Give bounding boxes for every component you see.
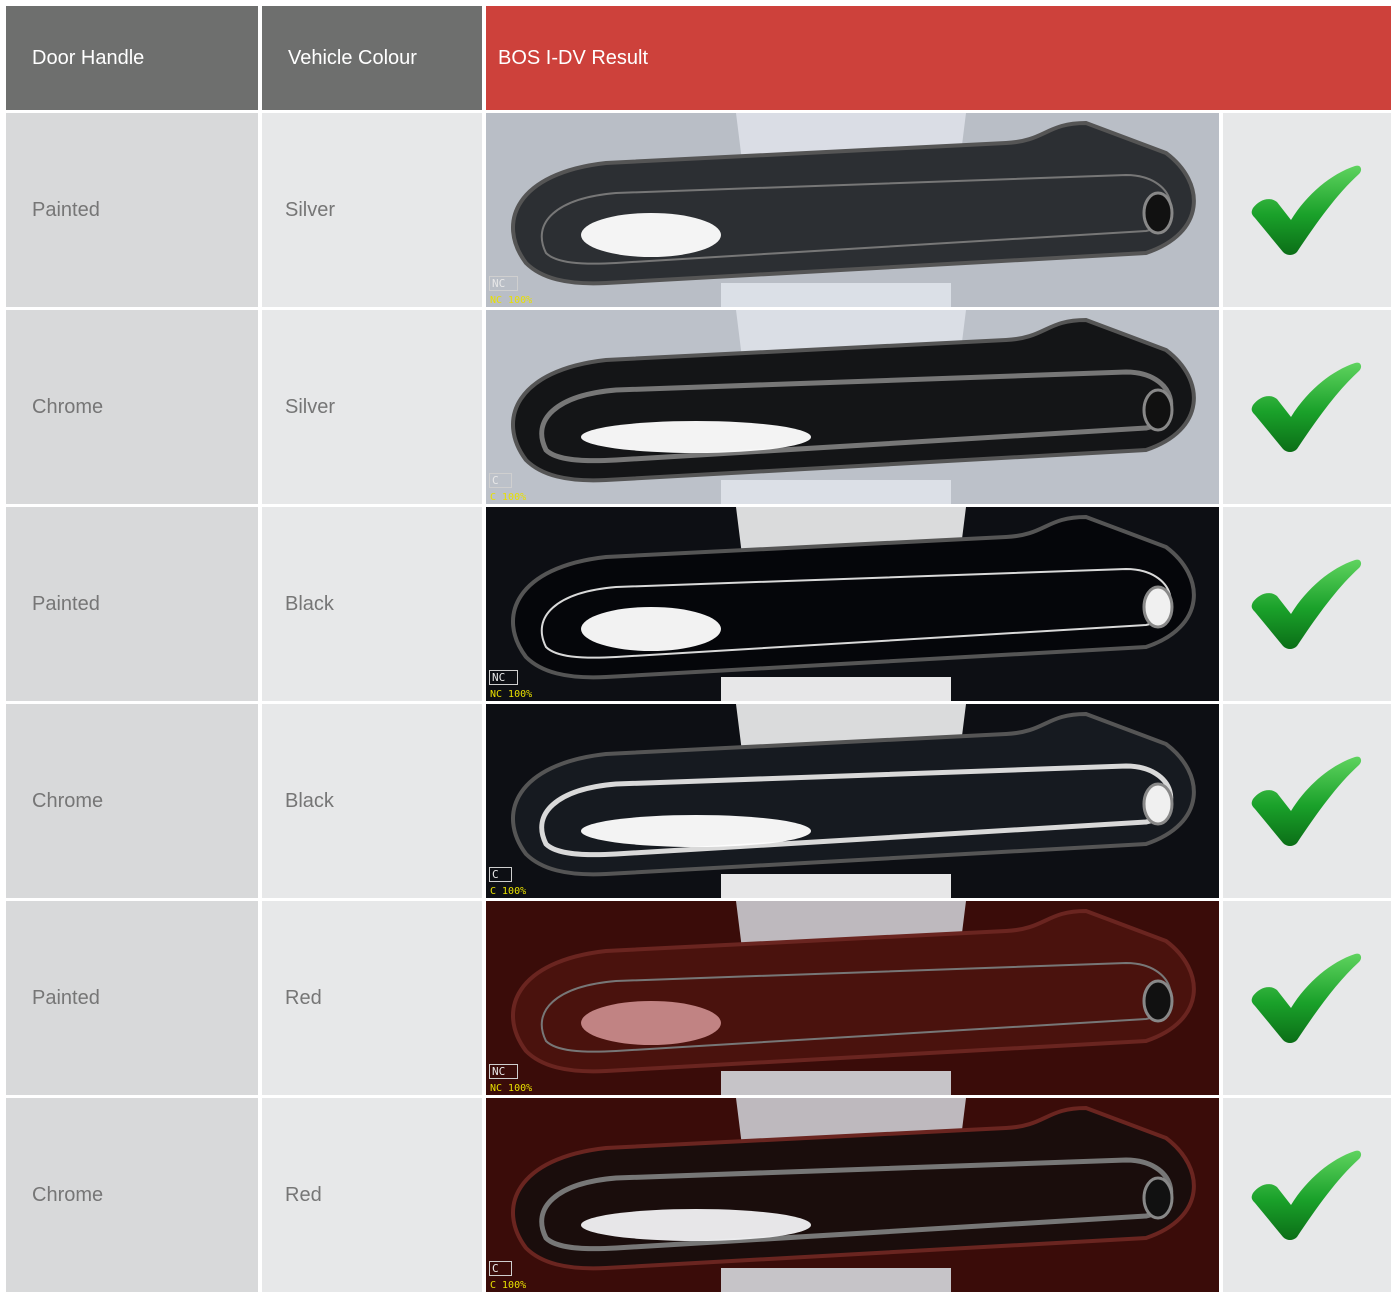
result-cell [1223,1098,1391,1292]
result-cell [1223,310,1391,504]
door-handle-photo: NC NC 100% [486,113,1219,307]
classification-tag: C [489,473,512,488]
green-checkmark-icon [1251,1149,1363,1241]
vehicle-colour-cell: Red [262,901,482,1095]
header-door-handle: Door Handle [6,6,258,110]
comparison-table: Door Handle Vehicle Colour BOS I-DV Resu… [6,6,1391,1292]
header-vehicle-colour: Vehicle Colour [262,6,482,110]
door-handle-photo: NC NC 100% [486,507,1219,701]
classification-confidence: NC 100% [490,689,533,700]
door-handle-photo: NC NC 100% [486,901,1219,1095]
green-checkmark-icon [1251,952,1363,1044]
door-handle-cell: Chrome [6,310,258,504]
door-handle-photo: C C 100% [486,704,1219,898]
result-cell [1223,113,1391,307]
door-handle-cell: Painted [6,901,258,1095]
green-checkmark-icon [1251,164,1363,256]
vehicle-colour-cell: Silver [262,310,482,504]
vehicle-colour-cell: Black [262,507,482,701]
vehicle-colour-cell: Black [262,704,482,898]
door-handle-cell: Painted [6,113,258,307]
door-handle-photo: C C 100% [486,310,1219,504]
door-handle-cell: Painted [6,507,258,701]
classification-tag: NC [489,276,519,291]
result-cell [1223,704,1391,898]
green-checkmark-icon [1251,558,1363,650]
header-result: BOS I-DV Result [486,6,1391,110]
classification-confidence: NC 100% [490,295,533,306]
classification-tag: C [489,1261,512,1276]
door-handle-cell: Chrome [6,704,258,898]
classification-tag: NC [489,670,519,685]
vehicle-colour-cell: Red [262,1098,482,1292]
classification-confidence: C 100% [490,492,527,503]
classification-confidence: C 100% [490,1280,527,1291]
vehicle-colour-cell: Silver [262,113,482,307]
green-checkmark-icon [1251,755,1363,847]
door-handle-cell: Chrome [6,1098,258,1292]
classification-tag: NC [489,1064,519,1079]
classification-confidence: NC 100% [490,1083,533,1094]
green-checkmark-icon [1251,361,1363,453]
result-cell [1223,507,1391,701]
door-handle-photo: C C 100% [486,1098,1219,1292]
result-cell [1223,901,1391,1095]
classification-tag: C [489,867,512,882]
classification-confidence: C 100% [490,886,527,897]
